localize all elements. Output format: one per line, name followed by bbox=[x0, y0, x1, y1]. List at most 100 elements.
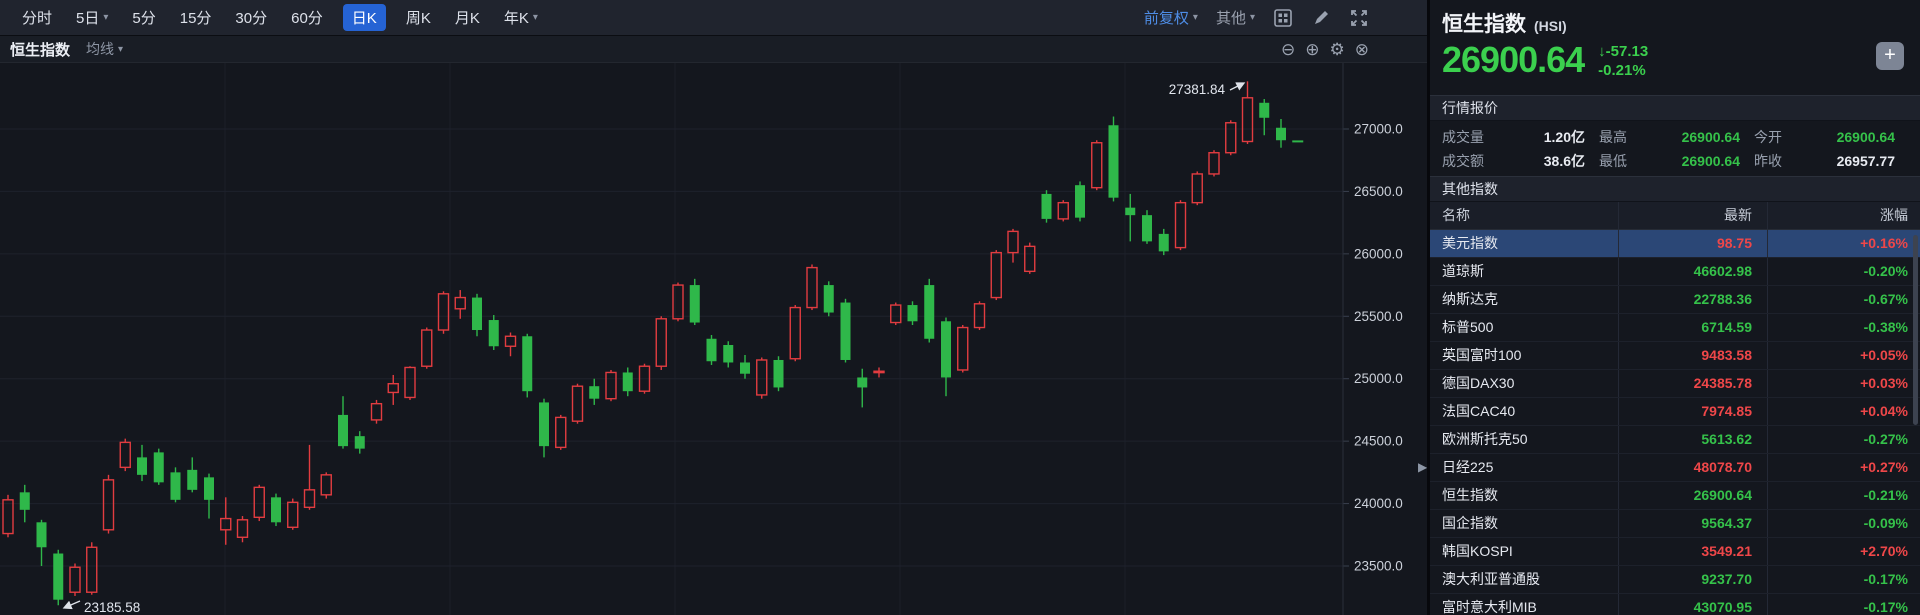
index-name: 国企指数 bbox=[1430, 510, 1618, 537]
y-axis-label: 23500.0 bbox=[1354, 558, 1403, 573]
change-percent: -0.21% bbox=[1598, 61, 1648, 80]
high-annotation: 27381.84 bbox=[1169, 82, 1226, 97]
index-change: +0.16% bbox=[1767, 230, 1920, 257]
quote-value: 38.6亿 bbox=[1544, 151, 1585, 171]
index-name: 日经225 bbox=[1430, 454, 1618, 481]
quote-value: 26900.64 bbox=[1837, 129, 1895, 145]
index-row-富时意大利MIB[interactable]: 富时意大利MIB43070.95-0.17% bbox=[1430, 594, 1920, 615]
quote-panel: 恒生指数 (HSI) 26900.64 ↓-57.13 -0.21% + 行情报… bbox=[1427, 0, 1920, 615]
quote-row: 成交量1.20亿最高26900.64今开26900.64 bbox=[1430, 125, 1920, 149]
col-name: 名称 bbox=[1430, 202, 1618, 229]
index-last: 48078.70 bbox=[1618, 454, 1767, 481]
adjust-mode-label: 前复权 bbox=[1144, 7, 1189, 28]
index-row-恒生指数[interactable]: 恒生指数26900.64-0.21% bbox=[1430, 482, 1920, 510]
index-last: 24385.78 bbox=[1618, 370, 1767, 397]
index-change: -0.38% bbox=[1767, 314, 1920, 341]
indices-table: 美元指数98.75+0.16%道琼斯46602.98-0.20%纳斯达克2278… bbox=[1430, 230, 1920, 615]
index-last: 26900.64 bbox=[1618, 482, 1767, 509]
chart-subheader: 恒生指数 均线▾ ⊖ ⊕ ⚙ ⊗ bbox=[0, 36, 1427, 63]
index-row-德国DAX30[interactable]: 德国DAX3024385.78+0.03% bbox=[1430, 370, 1920, 398]
ma-dropdown[interactable]: 均线▾ bbox=[86, 39, 123, 59]
index-row-英国富时100[interactable]: 英国富时1009483.58+0.05% bbox=[1430, 342, 1920, 370]
adjust-mode-dropdown[interactable]: 前复权 ▾ bbox=[1144, 7, 1198, 28]
chevron-down-icon: ▾ bbox=[1193, 12, 1198, 23]
toolbar-right: 前复权 ▾ 其他▾ bbox=[1144, 7, 1369, 28]
zoom-out-icon[interactable]: ⊖ bbox=[1281, 41, 1295, 58]
index-change: -0.20% bbox=[1767, 258, 1920, 285]
grid-icon[interactable] bbox=[1273, 8, 1293, 28]
quote-cell: 成交量1.20亿 bbox=[1430, 127, 1585, 147]
settings-gear-icon[interactable]: ⚙ bbox=[1330, 41, 1345, 58]
more-label: 其他 bbox=[1216, 7, 1246, 28]
period-tab-周K[interactable]: 周K bbox=[406, 7, 431, 28]
quote-label: 最高 bbox=[1599, 127, 1627, 147]
scrollbar-thumb[interactable] bbox=[1913, 235, 1918, 425]
chevron-down-icon: ▾ bbox=[533, 12, 538, 23]
index-row-韩国KOSPI[interactable]: 韩国KOSPI3549.21+2.70% bbox=[1430, 538, 1920, 566]
index-name: 纳斯达克 bbox=[1430, 286, 1618, 313]
index-last: 46602.98 bbox=[1618, 258, 1767, 285]
index-last: 9483.58 bbox=[1618, 342, 1767, 369]
collapse-panel-arrow[interactable]: ▶ bbox=[1418, 460, 1427, 474]
quote-grid: 成交量1.20亿最高26900.64今开26900.64成交额38.6亿最低26… bbox=[1430, 121, 1920, 176]
quote-label: 成交额 bbox=[1442, 151, 1484, 171]
quote-cell: 成交额 38.6亿 bbox=[1430, 151, 1585, 171]
period-tab-年K[interactable]: 年K▾ bbox=[504, 7, 538, 28]
period-tab-15分[interactable]: 15分 bbox=[180, 7, 212, 28]
index-row-美元指数[interactable]: 美元指数98.75+0.16% bbox=[1430, 230, 1920, 258]
section-indices-title: 其他指数 bbox=[1430, 176, 1920, 202]
trading-app: 分时5日▾5分15分30分60分日K周K月K年K▾ 前复权▾ 其他▾ 恒生指数 … bbox=[0, 0, 1920, 615]
ma-label: 均线 bbox=[86, 39, 114, 59]
index-name: 德国DAX30 bbox=[1430, 370, 1618, 397]
last-price: 26900.64 bbox=[1442, 40, 1584, 80]
index-name: 韩国KOSPI bbox=[1430, 538, 1618, 565]
index-row-澳大利亚普通股[interactable]: 澳大利亚普通股9237.70-0.17% bbox=[1430, 566, 1920, 594]
index-row-标普500[interactable]: 标普5006714.59-0.38% bbox=[1430, 314, 1920, 342]
period-tab-60分[interactable]: 60分 bbox=[291, 7, 323, 28]
zoom-in-icon[interactable]: ⊕ bbox=[1305, 41, 1319, 58]
period-tab-分时[interactable]: 分时 bbox=[22, 7, 52, 28]
chart-column: 分时5日▾5分15分30分60分日K周K月K年K▾ 前复权▾ 其他▾ 恒生指数 … bbox=[0, 0, 1427, 615]
index-last: 6714.59 bbox=[1618, 314, 1767, 341]
fullscreen-icon[interactable] bbox=[1349, 8, 1369, 28]
add-watchlist-button[interactable]: + bbox=[1876, 42, 1904, 70]
quote-value: 26900.64 bbox=[1682, 153, 1740, 169]
y-axis-label: 24500.0 bbox=[1354, 434, 1403, 449]
index-name: 恒生指数 bbox=[1430, 482, 1618, 509]
index-row-国企指数[interactable]: 国企指数9564.37-0.09% bbox=[1430, 510, 1920, 538]
quote-cell: 昨收26957.77 bbox=[1740, 151, 1910, 171]
index-change: +0.04% bbox=[1767, 398, 1920, 425]
index-change: -0.17% bbox=[1767, 594, 1920, 615]
chart-symbol-label: 恒生指数 bbox=[10, 39, 70, 60]
index-name: 英国富时100 bbox=[1430, 342, 1618, 369]
index-change: +0.27% bbox=[1767, 454, 1920, 481]
quote-cell: 最高26900.64 bbox=[1585, 127, 1740, 147]
period-tab-月K[interactable]: 月K bbox=[455, 7, 480, 28]
change-value: -57.13 bbox=[1606, 43, 1649, 60]
period-tab-30分[interactable]: 30分 bbox=[235, 7, 267, 28]
period-tab-5分[interactable]: 5分 bbox=[132, 7, 155, 28]
index-row-法国CAC40[interactable]: 法国CAC407974.85+0.04% bbox=[1430, 398, 1920, 426]
period-tab-5日[interactable]: 5日▾ bbox=[76, 7, 108, 28]
period-tabs: 分时 5日▾ 5分 15分 30分 60分日K 周K 月K 年K▾ bbox=[10, 4, 550, 31]
index-row-纳斯达克[interactable]: 纳斯达克22788.36-0.67% bbox=[1430, 286, 1920, 314]
index-last: 9237.70 bbox=[1618, 566, 1767, 593]
period-tab-日K[interactable]: 日K bbox=[343, 4, 386, 31]
index-last: 22788.36 bbox=[1618, 286, 1767, 313]
index-change: -0.67% bbox=[1767, 286, 1920, 313]
section-quote-title: 行情报价 bbox=[1430, 95, 1920, 121]
close-icon[interactable]: ⊗ bbox=[1355, 41, 1369, 58]
quote-value: 1.20亿 bbox=[1544, 127, 1585, 147]
draw-icon[interactable] bbox=[1311, 8, 1331, 28]
y-axis-label: 24000.0 bbox=[1354, 496, 1403, 511]
index-row-道琼斯[interactable]: 道琼斯46602.98-0.20% bbox=[1430, 258, 1920, 286]
index-row-日经225[interactable]: 日经22548078.70+0.27% bbox=[1430, 454, 1920, 482]
index-row-欧洲斯托克50[interactable]: 欧洲斯托克505613.62-0.27% bbox=[1430, 426, 1920, 454]
more-dropdown[interactable]: 其他▾ bbox=[1216, 7, 1255, 28]
index-last: 3549.21 bbox=[1618, 538, 1767, 565]
col-last: 最新 bbox=[1618, 202, 1767, 229]
index-last: 43070.95 bbox=[1618, 594, 1767, 615]
index-change: -0.27% bbox=[1767, 426, 1920, 453]
candlestick-chart[interactable]: 27000.026500.026000.025500.025000.024500… bbox=[0, 63, 1427, 615]
quote-header: 恒生指数 (HSI) 26900.64 ↓-57.13 -0.21% + bbox=[1430, 0, 1920, 95]
